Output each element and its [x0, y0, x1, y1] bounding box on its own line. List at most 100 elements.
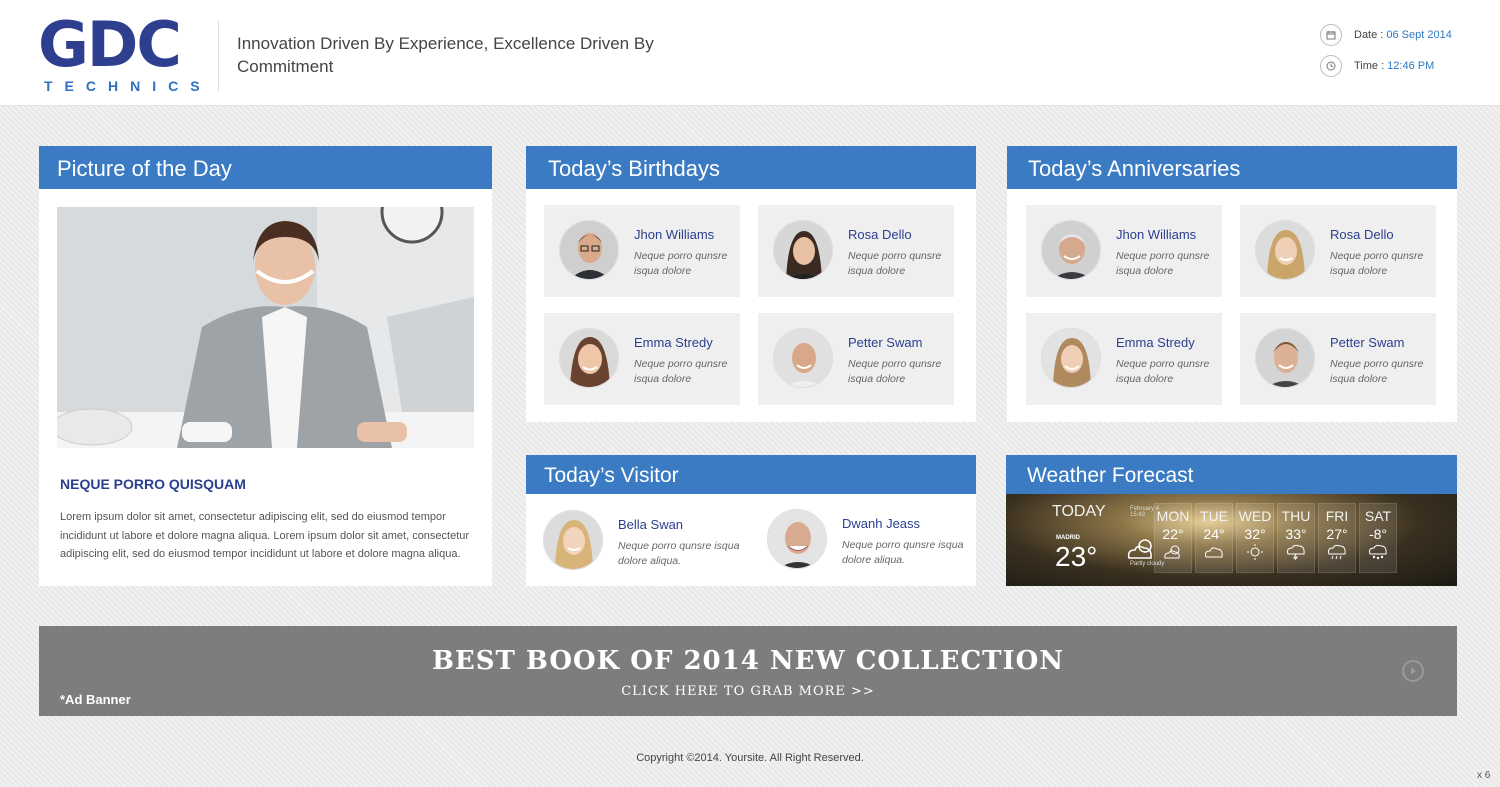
person-desc: Neque porro qunsre isqua dolore — [1116, 250, 1210, 277]
day-temp: 33° — [1285, 526, 1307, 542]
person-name: Rosa Dello — [848, 227, 912, 242]
person-name: Petter Swam — [848, 335, 923, 350]
birthday-card[interactable]: Emma Stredy Neque porro qunsre isqua dol… — [544, 313, 740, 405]
birthday-card[interactable]: Petter Swam Neque porro qunsre isqua dol… — [758, 313, 954, 405]
person-name: Bella Swan — [618, 517, 684, 532]
anniversary-card[interactable]: Rosa Dello Neque porro qunsre isqua dolo… — [1240, 205, 1436, 297]
day-name: SAT — [1364, 508, 1392, 524]
tagline: Innovation Driven By Experience, Excelle… — [237, 34, 654, 76]
footer-copyright: Copyright ©2014. Yoursite. All Right Res… — [636, 752, 864, 764]
avatar — [559, 328, 619, 388]
header-divider — [218, 20, 219, 92]
avatar — [1255, 328, 1315, 388]
ad-cta-link[interactable]: CLICK HERE TO GRAB MORE >> — [39, 684, 1457, 699]
weather-day-wed: WED 32° — [1236, 503, 1274, 573]
rain-icon — [1319, 544, 1355, 565]
weather-title: Weather Forecast — [1006, 455, 1457, 494]
weather-day-tue: TUE 24° — [1195, 503, 1233, 573]
day-name: TUE — [1200, 508, 1228, 524]
picture-of-day-photo[interactable] — [57, 207, 474, 448]
birthday-card[interactable]: Rosa Dello Neque porro qunsre isqua dolo… — [758, 205, 954, 297]
person-name: Emma Stredy — [1116, 335, 1195, 350]
logo-sub-text: TECHNICS — [44, 78, 212, 94]
day-name: WED — [1238, 508, 1272, 524]
visitor-item[interactable]: Dwanh Jeass Neque porro qunsre isqua dol… — [767, 509, 977, 575]
anniversaries-panel: Today’s Anniversaries Jhon Williams Nequ… — [1007, 146, 1457, 422]
person-name: Dwanh Jeass — [842, 516, 921, 531]
day-name: THU — [1281, 508, 1311, 524]
avatar — [1041, 328, 1101, 388]
avatar — [1255, 220, 1315, 280]
person-name: Jhon Williams — [1116, 227, 1197, 242]
visitor-title: Today’s Visitor — [526, 455, 976, 494]
avatar — [559, 220, 619, 280]
date-value: 06 Sept 2014 — [1386, 29, 1452, 41]
person-desc: Neque porro qunsre isqua dolore — [634, 358, 728, 385]
anniversary-card[interactable]: Jhon Williams Neque porro qunsre isqua d… — [1026, 205, 1222, 297]
corner-label: x 6 — [1477, 770, 1491, 781]
person-desc: Neque porro qunsre isqua dolore aliqua. — [618, 540, 740, 567]
person-desc: Neque porro qunsre isqua dolore aliqua. — [842, 539, 964, 566]
day-temp: 24° — [1203, 526, 1225, 542]
picture-of-day-panel: Picture of the Day NEQUE PORRO QUISQUAM … — [39, 146, 492, 586]
weather-day-thu: THU 33° — [1277, 503, 1315, 573]
logo-main-text: GDC — [38, 8, 182, 81]
anniversary-card[interactable]: Petter Swam Neque porro qunsre isqua dol… — [1240, 313, 1436, 405]
avatar — [1041, 220, 1101, 280]
weather-today: TODAY February 4 15:43 MADRID 23° Partly… — [1052, 503, 1164, 573]
anniversaries-title: Today’s Anniversaries — [1007, 146, 1457, 189]
arrow-right-icon[interactable] — [1402, 660, 1424, 682]
sun-icon — [1237, 544, 1273, 565]
avatar — [773, 328, 833, 388]
sun-cloud-icon — [1155, 544, 1191, 565]
birthdays-title: Today’s Birthdays — [526, 146, 976, 189]
birthdays-panel: Today’s Birthdays Jhon Williams Neque po… — [526, 146, 976, 422]
avatar — [773, 220, 833, 280]
day-temp: 32° — [1244, 526, 1266, 542]
time-row: Time : 12:46 PM — [1320, 54, 1490, 78]
time-value: 12:46 PM — [1387, 60, 1435, 72]
person-name: Emma Stredy — [634, 335, 713, 350]
picture-of-day-heading: NEQUE PORRO QUISQUAM — [60, 476, 246, 492]
time-label: Time : — [1354, 60, 1385, 72]
calendar-icon — [1320, 24, 1342, 46]
person-desc: Neque porro qunsre isqua dolore — [848, 358, 942, 385]
picture-of-day-title: Picture of the Day — [39, 146, 492, 189]
person-name: Jhon Williams — [634, 227, 715, 242]
day-temp: 27° — [1326, 526, 1348, 542]
date-row: Date : 06 Sept 2014 — [1320, 23, 1490, 47]
weather-panel: Weather Forecast TODAY February 4 15:43 … — [1006, 455, 1457, 586]
avatar — [767, 509, 827, 569]
storm-icon — [1278, 544, 1314, 565]
person-desc: Neque porro qunsre isqua dolore — [848, 250, 942, 277]
day-temp: 22° — [1162, 526, 1184, 542]
weather-widget[interactable]: TODAY February 4 15:43 MADRID 23° Partly… — [1006, 494, 1457, 586]
weather-today-temp: 23° — [1055, 541, 1098, 572]
day-name: FRI — [1325, 508, 1349, 524]
day-temp: -8° — [1368, 526, 1388, 542]
person-desc: Neque porro qunsre isqua dolore — [1330, 358, 1424, 385]
day-name: MON — [1156, 508, 1190, 524]
header: GDC TECHNICS Innovation Driven By Experi… — [0, 0, 1500, 106]
anniversary-card[interactable]: Emma Stredy Neque porro qunsre isqua dol… — [1026, 313, 1222, 405]
date-label: Date : — [1354, 29, 1384, 41]
avatar — [543, 510, 603, 570]
clock-icon — [1320, 55, 1342, 77]
weather-day-fri: FRI 27° — [1318, 503, 1356, 573]
birthday-card[interactable]: Jhon Williams Neque porro qunsre isqua d… — [544, 205, 740, 297]
person-name: Petter Swam — [1330, 335, 1405, 350]
ad-banner[interactable]: BEST BOOK OF 2014 NEW COLLECTION CLICK H… — [39, 626, 1457, 716]
ad-label: *Ad Banner — [60, 692, 131, 707]
person-name: Rosa Dello — [1330, 227, 1394, 242]
person-desc: Neque porro qunsre isqua dolore — [634, 250, 728, 277]
person-desc: Neque porro qunsre isqua dolore — [1116, 358, 1210, 385]
weather-day-sat: SAT -8° — [1359, 503, 1397, 573]
visitor-item[interactable]: Bella Swan Neque porro qunsre isqua dolo… — [543, 510, 753, 576]
ad-title: BEST BOOK OF 2014 NEW COLLECTION — [431, 646, 1065, 676]
logo[interactable]: GDC TECHNICS — [38, 8, 212, 95]
snow-icon — [1360, 544, 1396, 565]
person-desc: Neque porro qunsre isqua dolore — [1330, 250, 1424, 277]
cloud-icon — [1196, 544, 1232, 565]
visitor-panel: Today’s Visitor Bella Swan Neque porro q… — [526, 455, 976, 586]
weather-day-mon: MON 22° — [1154, 503, 1192, 573]
